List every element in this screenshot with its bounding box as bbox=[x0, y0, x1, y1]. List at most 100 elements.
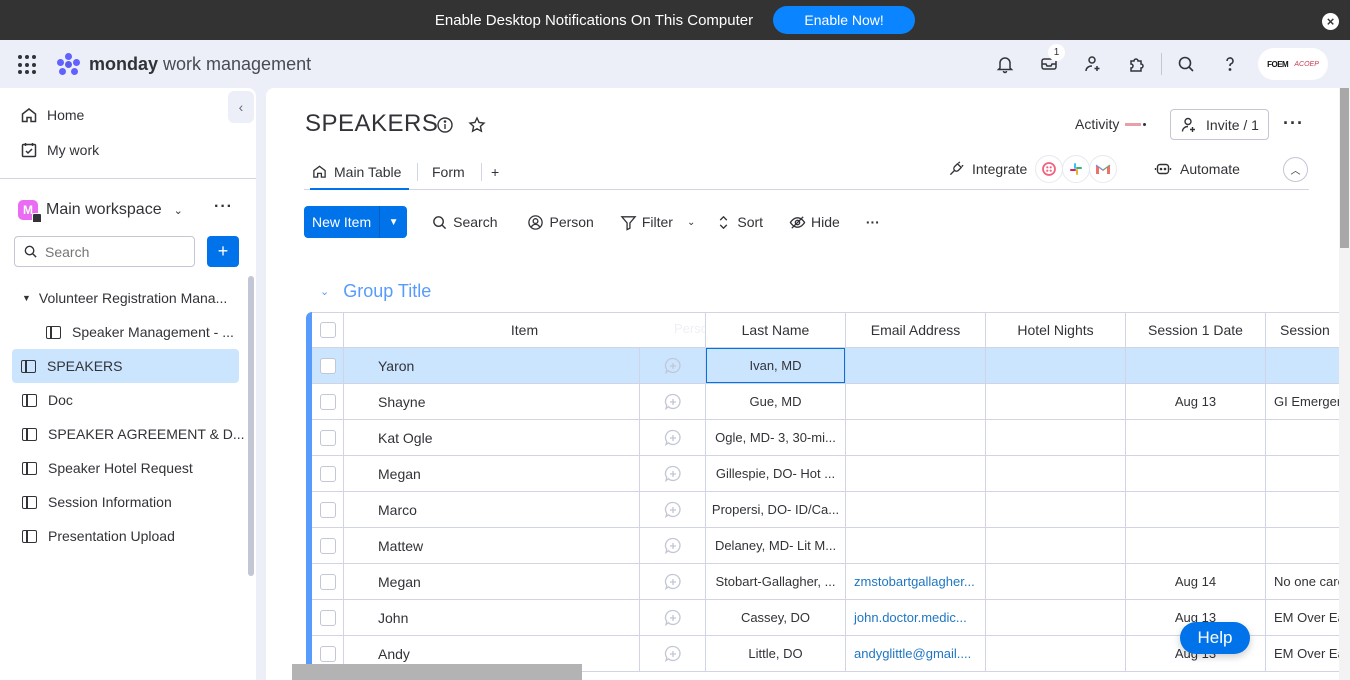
search-icon[interactable] bbox=[1164, 40, 1208, 88]
sidebar-board-session-information[interactable]: Session Information bbox=[0, 485, 248, 519]
activity-button[interactable]: Activity bbox=[1075, 116, 1147, 132]
chevron-up-icon[interactable]: ︿ bbox=[1283, 157, 1308, 182]
account-avatar[interactable]: FOEM ACOEP bbox=[1258, 48, 1328, 80]
add-update-icon[interactable] bbox=[663, 356, 683, 376]
filter-button[interactable]: Filter ⌄ bbox=[620, 206, 695, 238]
sidebar-board-presentation-upload[interactable]: Presentation Upload bbox=[0, 519, 248, 553]
cell-updates[interactable] bbox=[640, 420, 706, 456]
cell-last-name[interactable]: Little, DO bbox=[706, 636, 846, 672]
cell-item-name[interactable]: Mattew bbox=[344, 528, 640, 564]
add-update-icon[interactable] bbox=[663, 572, 683, 592]
cell-session1-date[interactable]: Aug 13 bbox=[1126, 384, 1266, 420]
cell-session1-date[interactable] bbox=[1126, 528, 1266, 564]
cell-updates[interactable] bbox=[640, 384, 706, 420]
column-header-hotel-nights[interactable]: Hotel Nights bbox=[986, 312, 1126, 348]
cell-updates[interactable] bbox=[640, 600, 706, 636]
bell-icon[interactable] bbox=[983, 40, 1027, 88]
cell-hotel-nights[interactable] bbox=[986, 384, 1126, 420]
table-row[interactable]: Megan Stobart-Gallagher, ... zmstobartgall… bbox=[312, 564, 1350, 600]
integrate-button[interactable]: Integrate bbox=[948, 160, 1027, 177]
cell-email[interactable] bbox=[846, 528, 986, 564]
cell-item-name[interactable]: Yaron bbox=[344, 348, 640, 384]
cell-email[interactable]: andyglittle@gmail.... bbox=[846, 636, 986, 672]
cell-email[interactable] bbox=[846, 348, 986, 384]
add-update-icon[interactable] bbox=[663, 392, 683, 412]
cell-session[interactable]: EM Over Ea bbox=[1266, 636, 1346, 672]
tab-main-table[interactable]: Main Table bbox=[309, 154, 410, 190]
row-checkbox[interactable] bbox=[312, 420, 344, 456]
sidebar-search[interactable] bbox=[14, 236, 195, 267]
cell-hotel-nights[interactable] bbox=[986, 348, 1126, 384]
cell-updates[interactable] bbox=[640, 636, 706, 672]
cell-item-name[interactable]: Megan bbox=[344, 564, 640, 600]
cell-session1-date[interactable]: Aug 14 bbox=[1126, 564, 1266, 600]
chevron-down-icon[interactable]: ▼ bbox=[380, 206, 407, 238]
select-all-checkbox[interactable] bbox=[312, 312, 344, 348]
new-item-button[interactable]: New Item ▼ bbox=[304, 206, 408, 238]
chevron-down-icon[interactable]: ⌄ bbox=[687, 217, 695, 228]
add-view-button[interactable]: + bbox=[491, 154, 499, 189]
vertical-scrollbar-thumb[interactable] bbox=[1340, 88, 1349, 248]
collapse-sidebar-icon[interactable]: ‹ bbox=[228, 91, 254, 123]
cell-last-name[interactable]: Cassey, DO bbox=[706, 600, 846, 636]
help-icon[interactable] bbox=[1208, 40, 1252, 88]
cell-session[interactable] bbox=[1266, 492, 1346, 528]
column-header-email[interactable]: Email Address bbox=[846, 312, 986, 348]
cell-email[interactable]: zmstobartgallagher... bbox=[846, 564, 986, 600]
cell-last-name[interactable]: Delaney, MD- Lit M... bbox=[706, 528, 846, 564]
column-header-last-name[interactable]: Last Name bbox=[706, 312, 846, 348]
row-checkbox[interactable] bbox=[312, 492, 344, 528]
add-board-button[interactable]: + bbox=[207, 236, 239, 267]
add-update-icon[interactable] bbox=[663, 536, 683, 556]
cell-session[interactable] bbox=[1266, 420, 1346, 456]
cell-hotel-nights[interactable] bbox=[986, 528, 1126, 564]
cell-hotel-nights[interactable] bbox=[986, 456, 1126, 492]
info-icon[interactable] bbox=[436, 116, 454, 134]
inbox-icon[interactable]: 1 bbox=[1027, 40, 1071, 88]
cell-session[interactable] bbox=[1266, 528, 1346, 564]
vertical-scrollbar[interactable] bbox=[1339, 88, 1350, 680]
cell-session[interactable]: EM Over Ea bbox=[1266, 600, 1346, 636]
automate-button[interactable]: Automate bbox=[1154, 160, 1240, 178]
cell-last-name[interactable]: Ogle, MD- 3, 30-mi... bbox=[706, 420, 846, 456]
cell-last-name[interactable]: Gue, MD bbox=[706, 384, 846, 420]
enable-notifications-button[interactable]: Enable Now! bbox=[773, 6, 916, 34]
table-row[interactable]: Shayne Gue, MD Aug 13 GI Emergen bbox=[312, 384, 1350, 420]
column-header-item[interactable]: Item Person bbox=[344, 312, 706, 348]
sidebar-board-doc[interactable]: Doc bbox=[0, 383, 248, 417]
cell-hotel-nights[interactable] bbox=[986, 636, 1126, 672]
cell-item-name[interactable]: Megan bbox=[344, 456, 640, 492]
chevron-down-icon[interactable]: ⌄ bbox=[174, 204, 183, 217]
cell-email[interactable] bbox=[846, 420, 986, 456]
cell-item-name[interactable]: Marco bbox=[344, 492, 640, 528]
add-update-icon[interactable] bbox=[663, 644, 683, 664]
apps-puzzle-icon[interactable] bbox=[1115, 40, 1159, 88]
new-item-label[interactable]: New Item bbox=[304, 206, 381, 238]
help-button[interactable]: Help bbox=[1180, 622, 1250, 654]
apps-grid-icon[interactable] bbox=[18, 55, 38, 75]
cell-last-name[interactable]: Ivan, MD bbox=[706, 348, 846, 384]
hide-button[interactable]: Hide bbox=[789, 206, 840, 238]
sidebar-scrollbar[interactable] bbox=[248, 276, 254, 576]
cell-session[interactable]: GI Emergen bbox=[1266, 384, 1346, 420]
table-row[interactable]: Mattew Delaney, MD- Lit M... bbox=[312, 528, 1350, 564]
cell-item-name[interactable]: John bbox=[344, 600, 640, 636]
toolbar-more-icon[interactable]: ··· bbox=[866, 206, 880, 238]
sidebar-board-speaker-management[interactable]: Speaker Management - ... bbox=[0, 315, 248, 349]
chevron-down-icon[interactable]: ⌄ bbox=[320, 285, 329, 298]
cell-updates[interactable] bbox=[640, 456, 706, 492]
cell-session1-date[interactable] bbox=[1126, 456, 1266, 492]
caret-down-icon[interactable]: ▼ bbox=[22, 293, 31, 303]
board-more-options-icon[interactable]: ··· bbox=[1283, 113, 1304, 134]
brand-logo[interactable]: monday work management bbox=[55, 50, 311, 78]
cell-updates[interactable] bbox=[640, 564, 706, 600]
sidebar-item-my-work[interactable]: My work bbox=[20, 141, 99, 159]
add-update-icon[interactable] bbox=[663, 464, 683, 484]
table-row[interactable]: Yaron Ivan, MD bbox=[312, 348, 1350, 384]
cell-last-name[interactable]: Gillespie, DO- Hot ... bbox=[706, 456, 846, 492]
cell-last-name[interactable]: Propersi, DO- ID/Ca... bbox=[706, 492, 846, 528]
cell-session1-date[interactable] bbox=[1126, 348, 1266, 384]
search-button[interactable]: Search bbox=[431, 206, 497, 238]
cell-item-name[interactable]: Shayne bbox=[344, 384, 640, 420]
column-header-session1-date[interactable]: Session 1 Date bbox=[1126, 312, 1266, 348]
